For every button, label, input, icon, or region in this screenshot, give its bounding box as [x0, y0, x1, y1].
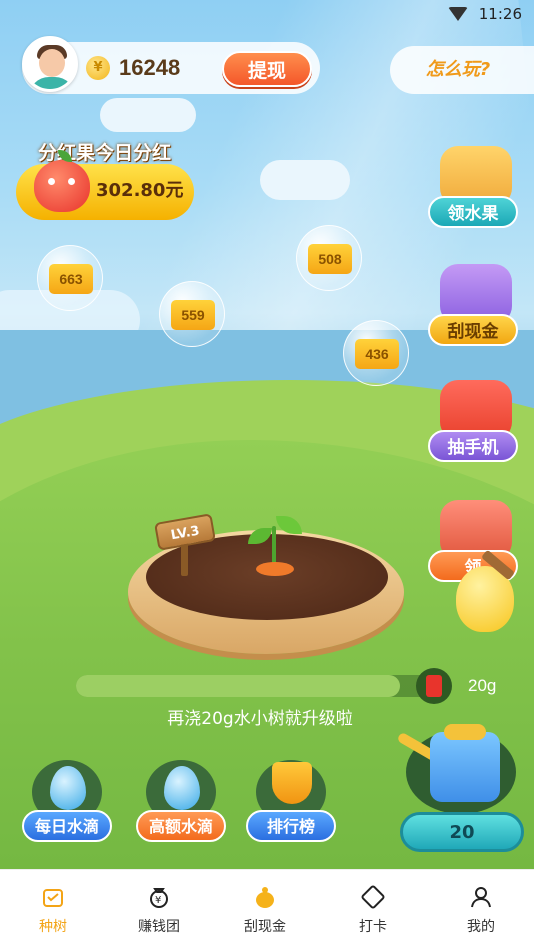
svg-text:¥: ¥ — [155, 895, 161, 906]
watering-can-lid — [444, 724, 486, 740]
water-bubble[interactable]: 436 — [343, 320, 409, 386]
growth-progress-bar — [76, 675, 436, 697]
bubble-value: 508 — [308, 244, 352, 274]
nav-label: 我的 — [467, 919, 495, 935]
cloud — [260, 160, 350, 200]
sprout-leaf — [248, 528, 272, 544]
nav-label: 赚钱团 — [138, 919, 180, 935]
status-time: 11:26 — [478, 5, 522, 23]
progress-remaining: 20g — [468, 676, 497, 695]
nav-tab-earn-group[interactable]: ¥ 赚钱团 — [106, 870, 212, 949]
dividend-card[interactable]: 分红果今日分红 302.80元 — [14, 138, 194, 222]
bottom-nav: 种树 ¥ 赚钱团 刮现金 打卡 我的 — [0, 869, 534, 949]
sprout-base — [256, 562, 294, 576]
water-bubble[interactable]: 508 — [296, 225, 362, 291]
tree-sprout[interactable] — [244, 512, 304, 576]
money-bag-icon: ¥ — [150, 888, 168, 908]
apple-eye — [68, 178, 75, 185]
trophy-icon — [272, 762, 312, 804]
action-label: 排行榜 — [246, 810, 336, 842]
water-drops-icon — [164, 766, 200, 810]
avatar-face — [39, 49, 65, 77]
avatar[interactable] — [22, 36, 78, 92]
apple-icon — [34, 150, 90, 212]
sprout-leaf — [276, 516, 302, 534]
nav-tab-scratch-cash[interactable]: 刮现金 — [212, 870, 318, 949]
withdraw-button[interactable]: 提现 — [222, 51, 312, 87]
nav-tab-check-in[interactable]: 打卡 — [320, 870, 426, 949]
feature-label: 抽手机 — [428, 430, 518, 462]
watering-can[interactable]: 20 — [396, 724, 530, 854]
tree-icon — [43, 889, 63, 907]
wifi-icon — [448, 7, 468, 21]
feature-label: 领水果 — [428, 196, 518, 228]
feature-scratch-cash[interactable]: 刮现金 — [428, 264, 528, 350]
watering-can-icon — [430, 732, 500, 802]
water-drop-icon — [50, 766, 86, 810]
daily-water-button[interactable]: 每日水滴 — [20, 760, 116, 850]
nav-tab-plant-tree[interactable]: 种树 — [0, 870, 106, 949]
coin-icon: ¥ — [86, 56, 110, 80]
feature-draw-phone[interactable]: 抽手机 — [428, 380, 528, 466]
red-packet-icon[interactable] — [416, 668, 452, 704]
profile-icon — [471, 887, 491, 908]
cloud — [100, 98, 196, 132]
feature-get-fruit[interactable]: 领水果 — [428, 146, 528, 232]
dividend-amount: 302.80元 — [96, 180, 184, 201]
how-to-play-button[interactable]: 怎么玩? — [390, 46, 534, 94]
nav-label: 刮现金 — [244, 919, 286, 935]
nav-label: 种树 — [39, 919, 67, 935]
coin-balance: 16248 — [119, 55, 181, 80]
growth-progress-fill — [76, 675, 400, 697]
action-label: 每日水滴 — [22, 810, 112, 842]
water-bubble[interactable]: 559 — [159, 281, 225, 347]
ticket-icon — [361, 885, 385, 909]
status-bar: 11:26 — [0, 0, 534, 30]
bubble-value: 436 — [355, 339, 399, 369]
bubble-value: 559 — [171, 300, 215, 330]
high-water-button[interactable]: 高额水滴 — [134, 760, 230, 850]
red-packet-shape — [426, 675, 442, 697]
water-bubble[interactable]: 663 — [37, 245, 103, 311]
feature-label: 刮现金 — [428, 314, 518, 346]
nav-tab-mine[interactable]: 我的 — [428, 870, 534, 949]
sprout-stem — [272, 526, 276, 566]
leaderboard-button[interactable]: 排行榜 — [244, 760, 340, 850]
water-count-button[interactable]: 20 — [400, 812, 524, 852]
nav-label: 打卡 — [359, 919, 387, 935]
cash-pot-icon — [256, 887, 274, 908]
action-label: 高额水滴 — [136, 810, 226, 842]
apple-eye — [48, 178, 55, 185]
bubble-value: 663 — [49, 264, 93, 294]
